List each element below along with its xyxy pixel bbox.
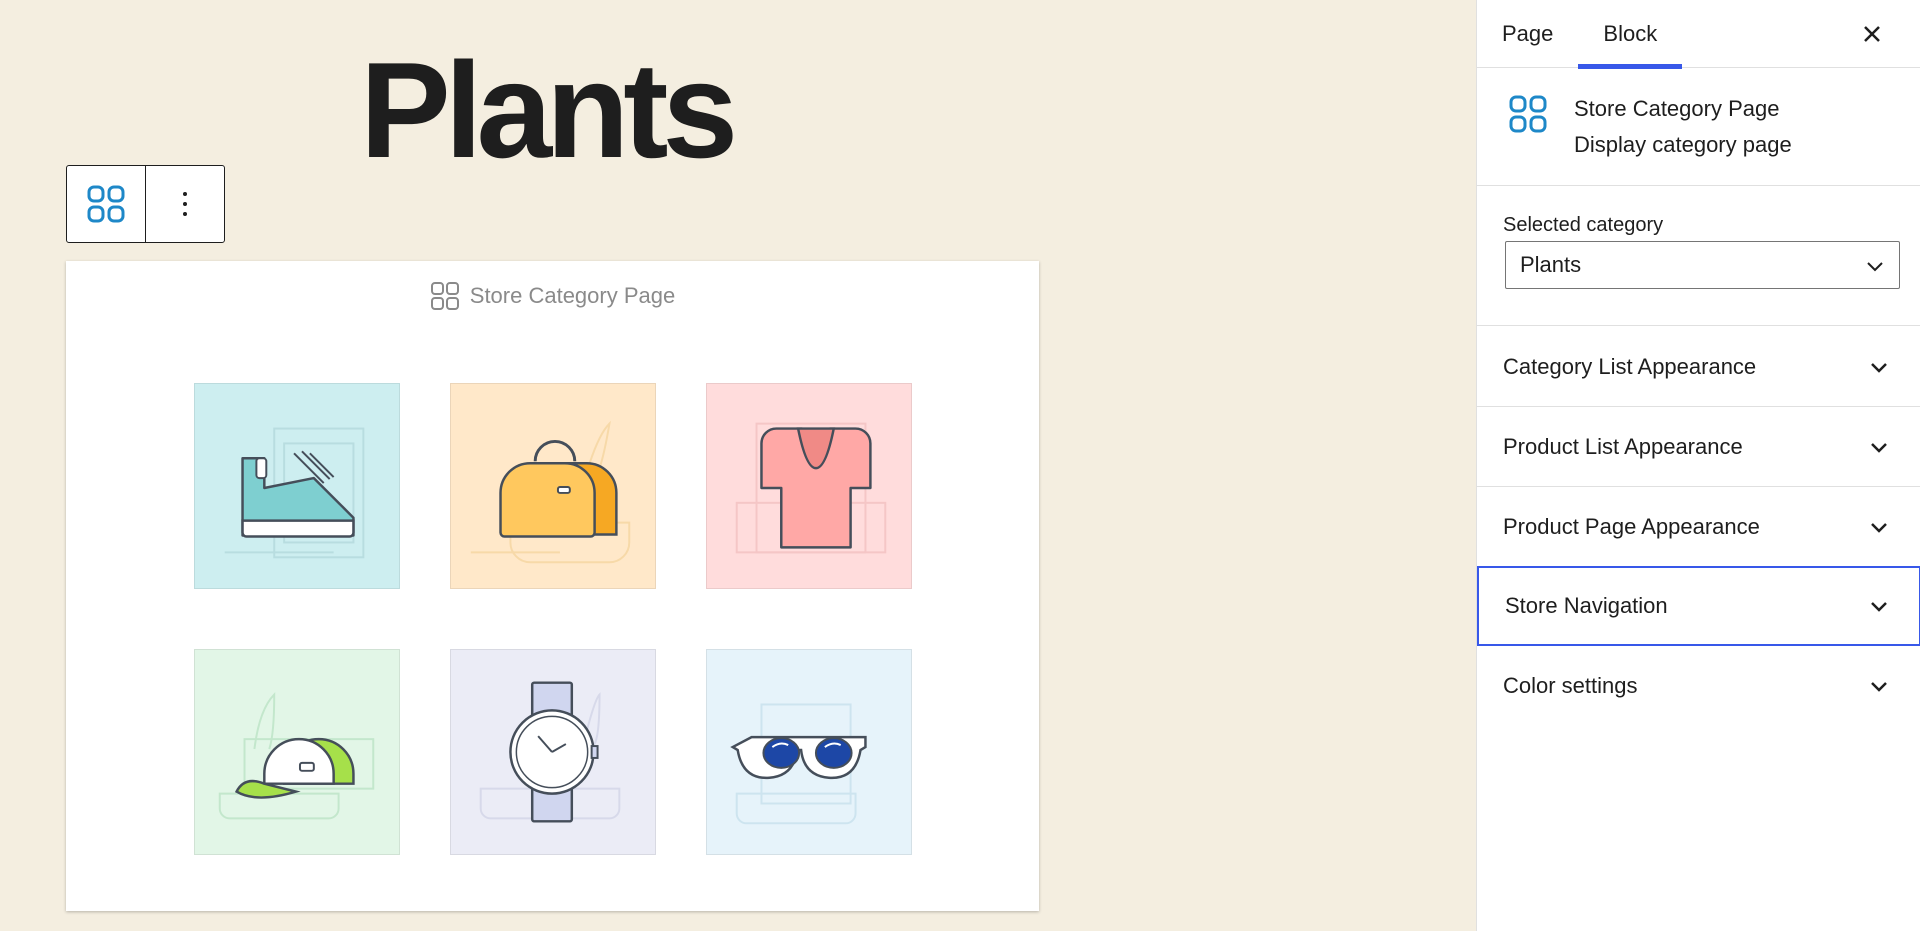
grid-icon xyxy=(1509,95,1547,133)
chevron-down-icon xyxy=(1871,443,1887,453)
panel-category-list-appearance[interactable]: Category List Appearance xyxy=(1477,327,1920,407)
chevron-down-icon xyxy=(1871,602,1887,612)
chevron-down-icon xyxy=(1867,262,1883,272)
page-title[interactable]: Plants xyxy=(360,30,738,190)
watch-icon xyxy=(479,681,621,823)
block-toolbar xyxy=(66,165,225,243)
chevron-down-icon xyxy=(1871,363,1887,373)
selected-category-value: Plants xyxy=(1520,252,1582,277)
close-sidebar-button[interactable] xyxy=(1852,14,1892,54)
more-vertical-icon xyxy=(182,192,187,216)
selected-category-select[interactable]: Plants xyxy=(1505,241,1900,289)
settings-sidebar: Page Block Store Category Page Display c… xyxy=(1476,0,1920,931)
category-tile-cap[interactable] xyxy=(194,649,400,855)
block-options-button[interactable] xyxy=(145,166,223,242)
close-icon xyxy=(1864,26,1880,42)
block-type-button[interactable] xyxy=(67,166,145,242)
panel-title: Product Page Appearance xyxy=(1503,513,1760,539)
store-category-block[interactable]: Store Category Page xyxy=(66,261,1039,911)
grid-icon xyxy=(430,282,459,310)
block-card-title: Store Category Page xyxy=(1574,96,1780,121)
block-placeholder-text: Store Category Page xyxy=(469,283,676,308)
panel-color-settings[interactable]: Color settings xyxy=(1477,646,1920,726)
block-card-description: Display category page xyxy=(1574,132,1792,157)
panel-title: Product List Appearance xyxy=(1503,433,1743,459)
shoe-icon xyxy=(224,427,365,559)
category-tile-sunglasses[interactable] xyxy=(706,649,912,855)
block-placeholder-label: Store Category Page xyxy=(66,281,1039,311)
panel-title: Category List Appearance xyxy=(1503,353,1757,379)
panel-title: Color settings xyxy=(1503,673,1638,698)
tab-block[interactable]: Block xyxy=(1578,0,1682,69)
category-tile-shirt[interactable] xyxy=(706,383,912,589)
grid-icon xyxy=(87,185,125,223)
shirt-icon xyxy=(735,422,887,554)
cap-icon xyxy=(218,692,375,820)
panel-product-list-appearance[interactable]: Product List Appearance xyxy=(1477,407,1920,487)
bag-icon xyxy=(470,420,631,564)
chevron-down-icon xyxy=(1871,682,1887,692)
tab-page[interactable]: Page xyxy=(1477,0,1578,68)
chevron-down-icon xyxy=(1871,523,1887,533)
category-tile-watch[interactable] xyxy=(450,649,656,855)
panel-store-navigation[interactable]: Store Navigation xyxy=(1477,566,1920,646)
selected-category-section: Selected category Plants xyxy=(1477,186,1920,326)
sidebar-tabs: Page Block xyxy=(1477,0,1920,69)
category-tile-shoe[interactable] xyxy=(194,383,400,589)
sunglasses-icon xyxy=(730,703,867,825)
panel-title: Store Navigation xyxy=(1505,593,1668,618)
selected-category-label: Selected category xyxy=(1503,214,1664,236)
panel-product-page-appearance[interactable]: Product Page Appearance xyxy=(1477,487,1920,567)
category-tile-bag[interactable] xyxy=(450,383,656,589)
editor-canvas: Plants Store Category Page xyxy=(0,0,1476,931)
